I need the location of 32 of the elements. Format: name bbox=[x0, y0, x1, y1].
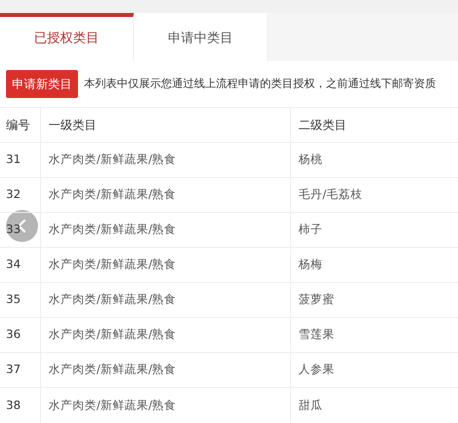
table-cell: 水产肉类/新鲜蔬果/熟食 bbox=[40, 388, 290, 422]
notice-text: 本列表中仅展示您通过线上流程申请的类目授权，之前通过线下邮寄资质 bbox=[84, 76, 436, 92]
table-cell: 38 bbox=[0, 388, 40, 422]
table-cell: 水产肉类/新鲜蔬果/熟食 bbox=[40, 248, 290, 282]
table-cell: 人参果 bbox=[290, 352, 458, 388]
table-cell: 37 bbox=[0, 352, 40, 388]
table-cell: 35 bbox=[0, 282, 40, 318]
table-cell: 水产肉类/新鲜蔬果/熟食 bbox=[40, 318, 290, 352]
table-cell: 水产肉类/新鲜蔬果/熟食 bbox=[40, 282, 290, 318]
tab[interactable]: 申请中类目 bbox=[134, 13, 268, 61]
table-cell: 杨桃 bbox=[290, 142, 458, 178]
table-cell: 水产肉类/新鲜蔬果/熟食 bbox=[40, 178, 290, 212]
column-header: 二级类目 bbox=[290, 108, 458, 142]
back-button[interactable] bbox=[6, 210, 38, 242]
column-header: 一级类目 bbox=[40, 108, 290, 142]
table-cell: 毛丹/毛荔枝 bbox=[290, 178, 458, 212]
table-cell: 水产肉类/新鲜蔬果/熟食 bbox=[40, 212, 290, 248]
table-cell: 34 bbox=[0, 248, 40, 282]
table-cell: 菠萝蜜 bbox=[290, 282, 458, 318]
table-cell: 31 bbox=[0, 142, 40, 178]
table-cell: 33 bbox=[0, 212, 40, 248]
table-cell: 雪莲果 bbox=[290, 318, 458, 352]
table-cell: 甜瓜 bbox=[290, 388, 458, 422]
table-cell: 杨梅 bbox=[290, 248, 458, 282]
table-cell: 柿子 bbox=[290, 212, 458, 248]
tab[interactable]: 已授权类目 bbox=[0, 13, 134, 61]
table-cell: 32 bbox=[0, 178, 40, 212]
column-header: 编号 bbox=[0, 108, 40, 142]
table-cell: 水产肉类/新鲜蔬果/熟食 bbox=[40, 142, 290, 178]
apply-button[interactable]: 申请新类目 bbox=[6, 70, 78, 98]
table-cell: 水产肉类/新鲜蔬果/熟食 bbox=[40, 352, 290, 388]
table-cell: 36 bbox=[0, 318, 40, 352]
